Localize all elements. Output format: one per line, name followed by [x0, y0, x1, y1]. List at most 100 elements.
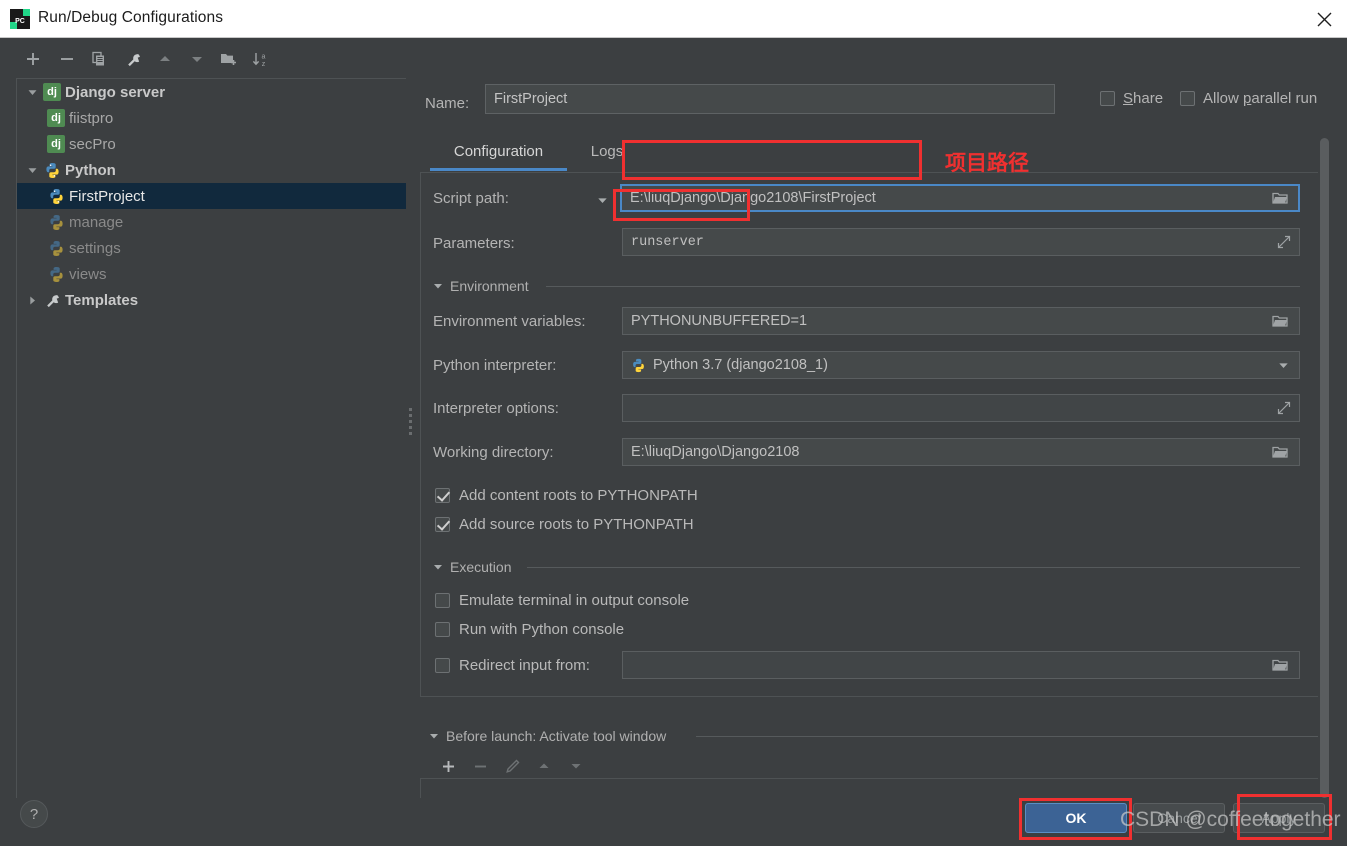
- task-move-up-button[interactable]: [531, 754, 557, 778]
- tree-toolbar: a z: [0, 42, 408, 76]
- title-bar: PC Run/Debug Configurations: [0, 0, 1347, 38]
- python-interpreter-select[interactable]: Python 3.7 (django2108_1): [622, 351, 1300, 379]
- edit-task-button[interactable]: [499, 754, 525, 778]
- configurations-panel: a z dj Django server dj fiistpro dj secP…: [0, 38, 408, 816]
- python-icon: [41, 159, 63, 181]
- add-configuration-button[interactable]: [20, 46, 46, 72]
- cancel-button[interactable]: Cancel: [1133, 803, 1225, 833]
- tree-item-secpro[interactable]: dj secPro: [17, 131, 406, 157]
- working-directory-input[interactable]: E:\liuqDjango\Django2108: [622, 438, 1300, 466]
- tree-item-label: Python: [65, 161, 116, 179]
- run-with-python-console-label: Run with Python console: [459, 621, 625, 638]
- redirect-input-path-input[interactable]: [622, 651, 1300, 679]
- move-up-button[interactable]: [152, 46, 178, 72]
- tree-item-manage[interactable]: manage: [17, 209, 406, 235]
- tree-item-python[interactable]: Python: [17, 157, 406, 183]
- ok-button[interactable]: OK: [1025, 803, 1127, 833]
- configurations-tree[interactable]: dj Django server dj fiistpro dj secPro P…: [16, 78, 406, 816]
- remove-task-button[interactable]: [467, 754, 493, 778]
- working-directory-label: Working directory:: [433, 444, 554, 461]
- interpreter-options-input[interactable]: [622, 394, 1300, 422]
- copy-configuration-button[interactable]: [86, 46, 112, 72]
- add-task-button[interactable]: [435, 754, 461, 778]
- python-interpreter-value: Python 3.7 (django2108_1): [653, 357, 828, 373]
- tree-item-label: FirstProject: [69, 187, 145, 205]
- script-path-label: Script path:: [433, 190, 509, 207]
- working-directory-browse-button[interactable]: [1266, 438, 1294, 466]
- script-path-browse-button[interactable]: [1266, 184, 1294, 212]
- python-icon: [631, 358, 646, 373]
- script-path-input[interactable]: E:\liuqDjango\Django2108\FirstProject: [620, 184, 1300, 212]
- tree-item-django-server[interactable]: dj Django server: [17, 79, 406, 105]
- tab-configuration[interactable]: Configuration: [430, 134, 567, 171]
- task-move-down-button[interactable]: [563, 754, 589, 778]
- add-content-roots-label: Add content roots to PYTHONPATH: [459, 487, 698, 504]
- python-icon: [45, 185, 67, 207]
- checkbox-box: [435, 658, 450, 673]
- add-content-roots-checkbox[interactable]: Add content roots to PYTHONPATH: [435, 487, 698, 504]
- vertical-scrollbar[interactable]: [1320, 138, 1329, 798]
- apply-button[interactable]: Apply: [1233, 803, 1325, 833]
- parameters-expand-icon[interactable]: [1271, 228, 1297, 256]
- checkbox-box: [435, 517, 450, 532]
- checkbox-box: [435, 593, 450, 608]
- environment-variables-browse-button[interactable]: [1266, 307, 1294, 335]
- python-icon: [45, 237, 67, 259]
- move-down-button[interactable]: [184, 46, 210, 72]
- run-with-python-console-checkbox[interactable]: Run with Python console: [435, 621, 624, 638]
- share-checkbox[interactable]: Share: [1100, 90, 1163, 107]
- emulate-terminal-checkbox[interactable]: Emulate terminal in output console: [435, 592, 689, 609]
- parameters-input[interactable]: runserver: [622, 228, 1300, 256]
- script-path-chevron-down-icon[interactable]: [593, 191, 611, 209]
- tab-logs[interactable]: Logs: [575, 134, 639, 168]
- edit-templates-button[interactable]: [120, 46, 146, 72]
- before-launch-toolbar: [429, 754, 629, 778]
- redirect-input-checkbox[interactable]: Redirect input from:: [435, 657, 590, 674]
- name-input[interactable]: FirstProject: [485, 84, 1055, 114]
- tree-item-templates[interactable]: Templates: [17, 287, 406, 313]
- allow-parallel-run-checkbox[interactable]: Allow parallel run: [1180, 90, 1317, 107]
- tree-item-settings[interactable]: settings: [17, 235, 406, 261]
- window-title: Run/Debug Configurations: [38, 9, 224, 26]
- scrollbar-thumb[interactable]: [1320, 138, 1329, 798]
- python-icon: [45, 211, 67, 233]
- execution-section-label: Execution: [450, 559, 512, 575]
- svg-text:PC: PC: [15, 18, 25, 25]
- chevron-down-icon[interactable]: [23, 157, 41, 183]
- help-button[interactable]: ?: [20, 800, 48, 828]
- wrench-icon: [41, 289, 63, 311]
- close-icon[interactable]: [1301, 0, 1347, 38]
- chevron-down-icon[interactable]: [23, 79, 41, 105]
- redirect-input-browse-button[interactable]: [1266, 651, 1294, 679]
- before-launch-section-header[interactable]: Before launch: Activate tool window: [429, 728, 666, 744]
- tree-item-views[interactable]: views: [17, 261, 406, 287]
- chevron-down-icon: [434, 284, 442, 289]
- tab-active-indicator: [430, 168, 567, 171]
- tree-item-label: fiistpro: [69, 109, 114, 127]
- before-launch-label: Before launch: Activate tool window: [446, 728, 667, 744]
- add-source-roots-label: Add source roots to PYTHONPATH: [459, 516, 694, 533]
- new-folder-button[interactable]: [216, 46, 242, 72]
- tree-item-firstproject[interactable]: FirstProject: [17, 183, 406, 209]
- python-interpreter-chevron-down-icon[interactable]: [1273, 351, 1293, 379]
- run-debug-configurations-dialog: PC Run/Debug Configurations a z dj Djang…: [0, 0, 1347, 846]
- environment-variables-input[interactable]: PYTHONUNBUFFERED=1: [622, 307, 1300, 335]
- name-input-value: FirstProject: [494, 91, 568, 107]
- remove-configuration-button[interactable]: [54, 46, 80, 72]
- configuration-form: Name: FirstProject Share Allow parallel …: [415, 38, 1347, 836]
- tree-item-label: manage: [69, 213, 124, 231]
- environment-section-header[interactable]: Environment: [433, 278, 529, 294]
- pane-splitter[interactable]: [406, 405, 414, 441]
- interpreter-options-label: Interpreter options:: [433, 400, 559, 417]
- checkbox-box: [435, 488, 450, 503]
- sort-configurations-button[interactable]: a z: [248, 46, 274, 72]
- execution-section-header[interactable]: Execution: [433, 559, 511, 575]
- svg-text:a: a: [262, 53, 266, 60]
- tree-item-fiistpro[interactable]: dj fiistpro: [17, 105, 406, 131]
- tab-label: Configuration: [453, 142, 544, 160]
- environment-variables-value: PYTHONUNBUFFERED=1: [631, 313, 808, 329]
- add-source-roots-checkbox[interactable]: Add source roots to PYTHONPATH: [435, 516, 694, 533]
- interpreter-options-expand-icon[interactable]: [1271, 394, 1297, 422]
- parameters-value: runserver: [631, 234, 704, 250]
- chevron-right-icon[interactable]: [23, 287, 41, 313]
